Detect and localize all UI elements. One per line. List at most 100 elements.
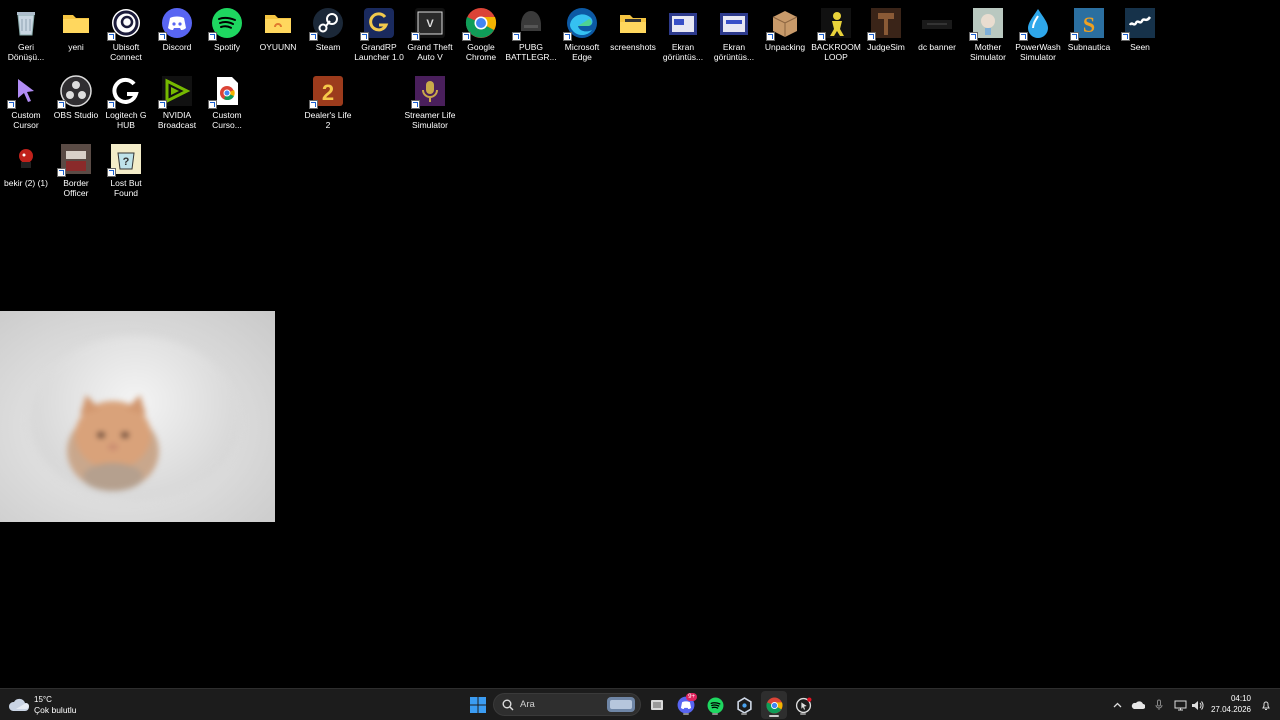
desktop-icon-ubisoft-connect[interactable]: Ubisoft Connect	[100, 4, 152, 66]
desktop-icon-label: Discord	[162, 42, 192, 52]
shortcut-arrow-icon	[969, 32, 978, 41]
custom-cursor-icon	[795, 697, 811, 713]
task-view-icon	[651, 700, 663, 710]
notification-icon	[1262, 701, 1270, 710]
onedrive-tray-button[interactable]	[1130, 697, 1146, 713]
volume-icon	[1191, 700, 1203, 710]
volume-tray-button[interactable]	[1189, 697, 1205, 713]
desktop-icon-custom-cursor-chrome[interactable]: Custom Curso...	[201, 72, 253, 134]
desktop-icon-pubg[interactable]: PUBG BATTLEGR...	[505, 4, 557, 66]
task-view-button[interactable]	[646, 693, 668, 717]
taskbar-chrome-button[interactable]	[761, 691, 787, 719]
taskbar-custom-cursor-button[interactable]	[792, 693, 814, 717]
desktop-icon-dealers-life-2[interactable]: 2 Dealer's Life 2	[302, 72, 354, 134]
steam-icon	[309, 7, 344, 41]
chevron-up-icon	[1113, 702, 1121, 708]
notification-center-button[interactable]	[1258, 697, 1274, 713]
desktop-icon-border-officer[interactable]: Border Officer	[50, 140, 102, 202]
shortcut-arrow-icon	[158, 32, 167, 41]
discord-icon	[158, 7, 193, 41]
shortcut-arrow-icon	[107, 100, 116, 109]
desktop-icon-steam[interactable]: Steam	[302, 4, 354, 66]
desktop-icon-custom-cursor[interactable]: Custom Cursor	[0, 72, 52, 134]
running-indicator	[683, 713, 689, 715]
desktop-icon-label: Steam	[315, 42, 341, 52]
desktop-icon-judgesim[interactable]: JudgeSim	[860, 4, 912, 66]
desktop-icon-logitech-g-hub[interactable]: Logitech G HUB	[100, 72, 152, 134]
desktop-icon-label: Unpacking	[764, 42, 806, 52]
clock-time[interactable]: 04:10	[1231, 694, 1251, 703]
desktop-icon-nvidia-broadcast[interactable]: NVIDIA Broadcast	[151, 72, 203, 134]
network-icon	[1174, 700, 1186, 710]
subnautica-icon: S	[1070, 7, 1105, 41]
border-officer-icon	[57, 143, 92, 177]
microphone-tray-button[interactable]	[1152, 697, 1166, 713]
desktop-icon-label: JudgeSim	[867, 42, 905, 52]
desktop-icon-microsoft-edge[interactable]: Microsoft Edge	[556, 4, 608, 66]
spotify-icon	[707, 697, 723, 713]
desktop-icon-backroom-loop[interactable]: BACKROOM LOOP	[810, 4, 862, 66]
desktop-icon-google-chrome[interactable]: Google Chrome	[455, 4, 507, 66]
desktop[interactable]: Geri Dönüşü... yeni Ubisoft Connect Disc…	[0, 0, 1280, 688]
shortcut-arrow-icon	[411, 32, 420, 41]
shortcut-arrow-icon	[107, 32, 116, 41]
onedrive-icon	[1131, 700, 1145, 709]
weather-widget[interactable]	[8, 695, 30, 715]
desktop-icon-subnautica[interactable]: S Subnautica	[1063, 4, 1115, 66]
show-hidden-icons-button[interactable]	[1110, 697, 1124, 713]
search-icon	[502, 699, 514, 711]
taskbar-logitech-button[interactable]	[733, 693, 755, 717]
desktop-icon-label: Microsoft Edge	[564, 42, 600, 62]
desktop-icon-recycle-bin[interactable]: Geri Dönüşü...	[0, 4, 52, 66]
desktop-icon-dc-banner[interactable]: dc banner	[911, 4, 963, 66]
desktop-icon-bekir[interactable]: bekir (2) (1)	[0, 140, 52, 202]
taskbar-discord-button[interactable]: 9+	[675, 693, 697, 717]
dealers-life-icon: 2	[309, 75, 344, 109]
shortcut-arrow-icon	[411, 100, 420, 109]
running-indicator	[741, 713, 747, 715]
desktop-icon-spotify[interactable]: Spotify	[201, 4, 253, 66]
search-placeholder: Ara	[520, 699, 535, 710]
clock-date[interactable]: 27.04.2026	[1211, 705, 1251, 714]
screenshot-file-icon	[718, 7, 750, 39]
desktop-icon-label: bekir (2) (1)	[4, 178, 48, 188]
desktop-icon-label: GrandRP Launcher 1.0	[354, 42, 404, 62]
desktop-icon-ekran-goruntusu-1[interactable]: Ekran görüntüs...	[657, 4, 709, 66]
desktop-icon-discord[interactable]: Discord	[151, 4, 203, 66]
kitten-video-window[interactable]	[0, 311, 275, 522]
lost-but-found-icon: ?	[107, 143, 142, 177]
shortcut-arrow-icon	[766, 32, 775, 41]
desktop-icon-unpacking[interactable]: Unpacking	[759, 4, 811, 66]
start-button[interactable]	[466, 693, 490, 717]
svg-text:S: S	[1083, 12, 1095, 37]
shortcut-arrow-icon	[1019, 32, 1028, 41]
taskbar-spotify-button[interactable]	[704, 693, 726, 717]
desktop-icon-powerwash-simulator[interactable]: PowerWash Simulator	[1012, 4, 1064, 66]
powerwash-icon	[1019, 7, 1054, 41]
custom-cursor-icon	[7, 75, 42, 109]
desktop-icon-mother-simulator[interactable]: Mother Simulator	[962, 4, 1014, 66]
shortcut-arrow-icon	[7, 100, 16, 109]
taskbar-search-box[interactable]: Ara	[493, 693, 641, 716]
desktop-icon-grandrp-launcher[interactable]: GrandRP Launcher 1.0	[353, 4, 405, 66]
desktop-icon-label: Ubisoft Connect	[110, 42, 142, 62]
desktop-icon-gta-v[interactable]: V Grand Theft Auto V	[404, 4, 456, 66]
desktop-icon-lost-but-found[interactable]: ? Lost But Found	[100, 140, 152, 202]
image-file-icon	[921, 7, 953, 39]
desktop-icon-folder-oyuunn[interactable]: OYUUNN	[252, 4, 304, 66]
desktop-icon-streamer-life-simulator[interactable]: Streamer Life Simulator	[404, 72, 456, 134]
desktop-icon-seen[interactable]: Seen	[1114, 4, 1166, 66]
desktop-icon-ekran-goruntusu-2[interactable]: Ekran görüntüs...	[708, 4, 760, 66]
shortcut-arrow-icon	[462, 32, 471, 41]
shortcut-arrow-icon	[309, 32, 318, 41]
weather-cloudy-icon	[8, 698, 29, 711]
chrome-file-icon	[208, 75, 243, 109]
shortcut-arrow-icon	[1121, 32, 1130, 41]
network-tray-button[interactable]	[1172, 697, 1188, 713]
desktop-icon-folder-screenshots[interactable]: screenshots	[607, 4, 659, 66]
folder-icon	[617, 7, 649, 39]
search-highlight-icon	[607, 697, 635, 712]
desktop-icon-folder-yeni[interactable]: yeni	[50, 4, 102, 66]
shortcut-arrow-icon	[817, 32, 826, 41]
desktop-icon-obs-studio[interactable]: OBS Studio	[50, 72, 102, 134]
